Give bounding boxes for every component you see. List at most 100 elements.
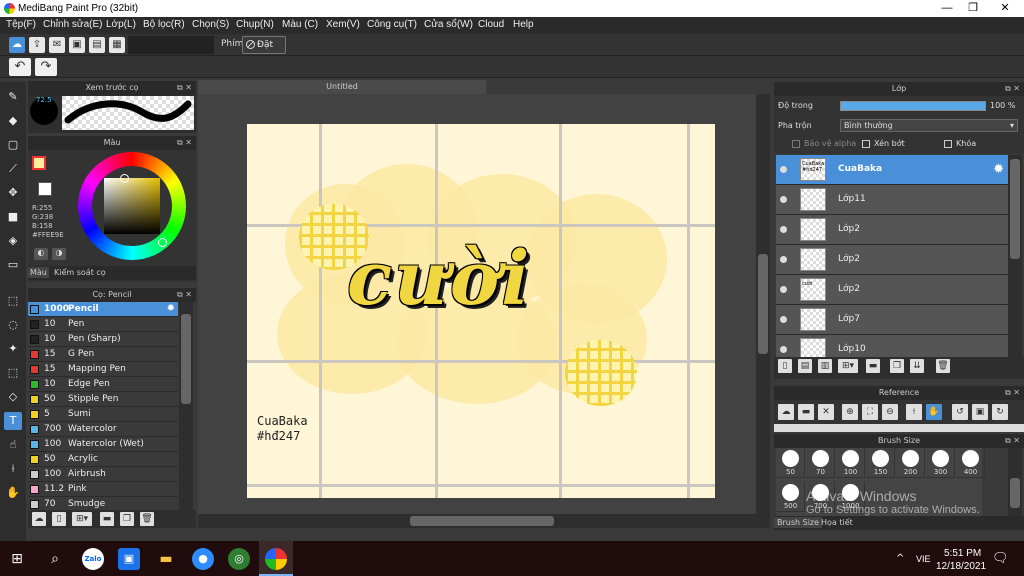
close-button[interactable]: ✕ <box>990 0 1020 17</box>
menu-color[interactable]: Màu (C) <box>282 19 318 30</box>
palette-icon[interactable]: ◐ <box>34 248 48 260</box>
brush-size-scrollbar[interactable] <box>1008 448 1022 516</box>
popout-icon[interactable]: ⧉ ✕ <box>1005 82 1020 96</box>
lasso-tool-icon[interactable]: ◌ <box>4 316 22 334</box>
dot-tool-icon[interactable]: ⟋ <box>4 160 22 178</box>
menu-tools[interactable]: Công cụ(T) <box>367 19 417 30</box>
new-halftone-layer-icon[interactable]: ▤ <box>798 359 812 373</box>
duplicate-icon[interactable]: ❐ <box>120 512 134 526</box>
foreground-color-swatch[interactable] <box>32 156 46 170</box>
menu-capture[interactable]: Chụp(N) <box>236 19 274 30</box>
zoom-in-icon[interactable]: ⊕ <box>842 404 858 420</box>
brush-size-cell[interactable]: 500 <box>776 482 805 512</box>
brush-item[interactable]: 10 Pen (Sharp) <box>28 332 178 347</box>
layer-list-scrollbar[interactable] <box>1008 155 1022 357</box>
fill-rect-tool-icon[interactable]: ■ <box>4 208 22 226</box>
menu-help[interactable]: Help <box>513 19 534 30</box>
file-explorer-icon[interactable]: ▬ <box>155 548 177 570</box>
palette2-icon[interactable]: ◑ <box>52 248 66 260</box>
popout-icon[interactable]: ⧉ ✕ <box>1005 434 1020 448</box>
menu-layer[interactable]: Lớp(L) <box>106 19 136 30</box>
menu-file[interactable]: Tệp(F) <box>6 19 36 30</box>
popout-icon[interactable]: ⧉ ✕ <box>177 288 192 302</box>
move-tool-icon[interactable]: ✥ <box>4 184 22 202</box>
layer-row[interactable]: Lớp2 <box>776 215 1008 245</box>
brush-size-cell[interactable]: 400 <box>956 448 985 478</box>
brush-item[interactable]: 10 Edge Pen <box>28 377 178 392</box>
gradient-tool-icon[interactable]: ▭ <box>4 256 22 274</box>
eyedropper-ref-icon[interactable]: ⟊ <box>906 404 922 420</box>
scroll-thumb[interactable] <box>1010 159 1020 259</box>
close-ref-icon[interactable]: ✕ <box>818 404 834 420</box>
brush-item[interactable]: 10 Pen <box>28 317 178 332</box>
layer-folder-icon[interactable]: ▬ <box>866 359 880 373</box>
share-icon[interactable]: ⇪ <box>29 37 45 53</box>
visibility-eye-icon[interactable] <box>780 256 787 263</box>
color-picker-knob[interactable] <box>120 174 129 183</box>
layer-row[interactable]: Lớp2 <box>776 245 1008 275</box>
rotate-right-icon[interactable]: ↻ <box>992 404 1008 420</box>
visibility-eye-icon[interactable] <box>780 346 787 353</box>
visibility-eye-icon[interactable] <box>780 226 787 233</box>
add-layer-menu-icon[interactable]: ⊞▾ <box>838 359 858 373</box>
open-ref-icon[interactable]: ▬ <box>798 404 814 420</box>
clipping-checkbox[interactable]: Xén bớt <box>862 139 905 148</box>
brush-tool-icon[interactable]: ✎ <box>4 88 22 106</box>
hand-ref-icon[interactable]: ✋ <box>926 404 942 420</box>
select-eraser-tool-icon[interactable]: ◇ <box>4 388 22 406</box>
eyedropper-tool-icon[interactable]: ⟊ <box>4 460 22 478</box>
select-pen-tool-icon[interactable]: ⬚ <box>4 364 22 382</box>
medibang-task-icon[interactable] <box>265 548 287 570</box>
layer-row[interactable]: CuaBaka #hd247 CuaBaka ✹ <box>776 155 1008 185</box>
layer-row[interactable]: cười Lớp2 <box>776 275 1008 305</box>
menu-cloud[interactable]: Cloud <box>478 19 504 30</box>
menu-view[interactable]: Xem(V) <box>326 19 360 30</box>
operation-tool-icon[interactable]: ☝ <box>4 436 22 454</box>
tab-brush-size[interactable]: Brush Size <box>774 517 823 528</box>
visibility-eye-icon[interactable] <box>780 316 787 323</box>
brush-item[interactable]: 11.2 Pink <box>28 482 178 497</box>
brush-list-scrollbar[interactable] <box>179 302 193 510</box>
notification-icon[interactable]: 🗨 <box>992 551 1009 566</box>
protect-alpha-checkbox[interactable]: Bảo vệ alpha <box>792 139 856 148</box>
text-tool-icon[interactable]: T <box>4 412 22 430</box>
brush-item[interactable]: 15 G Pen <box>28 347 178 362</box>
merge-layer-icon[interactable]: ⇊ <box>910 359 924 373</box>
brush-item[interactable]: 5 Sumi <box>28 407 178 422</box>
brush-size-cell[interactable]: 70 <box>806 448 835 478</box>
brush-item[interactable]: 100 Airbrush <box>28 467 178 482</box>
folder-icon[interactable]: ▬ <box>100 512 114 526</box>
brush-item[interactable]: 700 Watercolor <box>28 422 178 437</box>
layer-row[interactable]: Lớp10 <box>776 335 1008 357</box>
visibility-eye-icon[interactable] <box>780 286 787 293</box>
lock-checkbox[interactable]: Khóa <box>944 139 976 148</box>
popout-icon[interactable]: ⧉ ✕ <box>177 136 192 150</box>
brush-item[interactable]: 100 Watercolor (Wet) <box>28 437 178 452</box>
popout-icon[interactable]: ⧉ ✕ <box>1005 386 1020 400</box>
layer-row[interactable]: Lớp11 <box>776 185 1008 215</box>
windows-start-icon[interactable]: ⊞ <box>6 548 28 570</box>
fit-icon[interactable]: ⛶ <box>862 404 878 420</box>
gear-icon[interactable]: ✹ <box>167 303 175 314</box>
select-tool-icon[interactable]: ⬚ <box>4 292 22 310</box>
artwork-canvas[interactable]: cười CuaBaka #hđ247 <box>247 124 715 498</box>
canvas-horizontal-scrollbar[interactable] <box>198 514 770 528</box>
menu-edit[interactable]: Chỉnh sửa(E) <box>43 19 103 30</box>
new-1bit-layer-icon[interactable]: ▥ <box>818 359 832 373</box>
clock-time[interactable]: 5:51 PM <box>944 548 981 559</box>
brush-size-cell[interactable]: 100 <box>836 448 865 478</box>
blend-mode-select[interactable]: Bình thường ▾ <box>840 119 1018 132</box>
popout-icon[interactable]: ⧉ ✕ <box>177 81 192 95</box>
zalo-icon[interactable]: Zalo <box>82 548 104 570</box>
new-layer-icon[interactable]: ▯ <box>778 359 792 373</box>
cloud-icon[interactable]: ☁ <box>9 37 25 53</box>
reset-button[interactable]: Đặt lại <box>242 36 286 66</box>
store-icon[interactable]: ▣ <box>118 548 140 570</box>
add-brush-icon[interactable]: ⊞▾ <box>72 512 92 526</box>
visibility-eye-icon[interactable] <box>780 196 787 203</box>
brush-size-cell[interactable]: 50 <box>776 448 805 478</box>
zoom-out-icon[interactable]: ⊖ <box>882 404 898 420</box>
menu-select[interactable]: Chọn(S) <box>192 19 229 30</box>
brush-item[interactable]: 50 Stipple Pen <box>28 392 178 407</box>
rotate-left-icon[interactable]: ↺ <box>952 404 968 420</box>
